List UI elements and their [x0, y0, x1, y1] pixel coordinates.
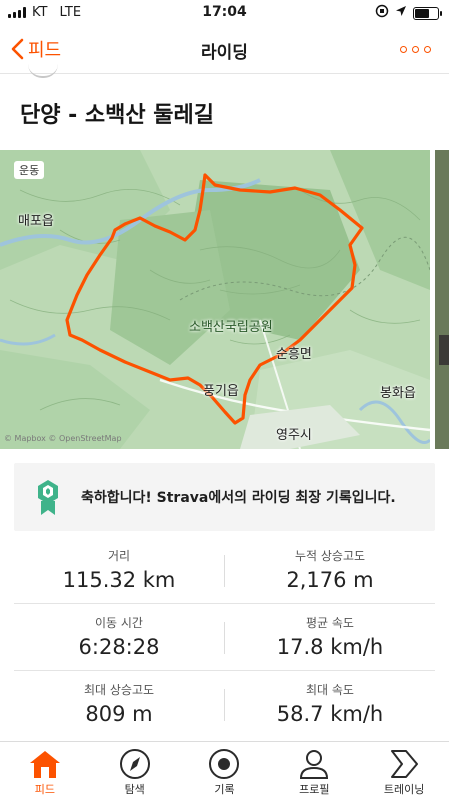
stat-label: 이동 시간: [95, 616, 143, 630]
stat-value: 809 m: [85, 702, 153, 726]
next-photo-peek[interactable]: [435, 150, 449, 449]
profile-icon: [269, 747, 359, 781]
stat-value: 58.7 km/h: [276, 702, 384, 726]
tab-label: 피드: [34, 783, 56, 796]
stat-elevation-gain: 누적 상승고도 2,176 m: [225, 547, 435, 592]
stat-label: 거리: [107, 549, 131, 563]
medal-icon: [36, 479, 60, 521]
page-title: 라이딩: [201, 43, 248, 63]
map-graphic: [0, 150, 430, 449]
stats-row: 거리 115.32 km 누적 상승고도 2,176 m: [14, 537, 435, 604]
tab-label: 기록: [214, 783, 235, 796]
activity-title: 단양 - 소백산 둘레길: [20, 103, 215, 128]
stats-row: 이동 시간 6:28:28 평균 속도 17.8 km/h: [14, 604, 435, 671]
map-label-yeongju: 영주시: [276, 428, 312, 443]
tab-training[interactable]: 트레이닝: [359, 742, 449, 800]
status-bar: KT LTE 17:04: [0, 0, 449, 26]
map-label-sunheung: 순흥면: [276, 347, 312, 362]
stat-moving-time: 이동 시간 6:28:28: [14, 614, 224, 659]
tab-record[interactable]: 기록: [180, 742, 270, 800]
home-icon: [0, 747, 90, 781]
stat-avg-speed: 평균 속도 17.8 km/h: [225, 614, 435, 659]
stat-value: 6:28:28: [78, 635, 160, 659]
location-icon: [395, 5, 407, 21]
map-label-punggi: 풍기읍: [203, 384, 239, 399]
tab-explore[interactable]: 탐색: [90, 742, 180, 800]
rotation-lock-icon: [375, 4, 389, 22]
stat-label: 평균 속도: [306, 616, 354, 630]
tab-label: 프로필: [299, 783, 330, 796]
map-type-chip: 운동: [14, 161, 45, 179]
map-label-park: 소백산국립공원: [189, 320, 273, 335]
stats-grid: 거리 115.32 km 누적 상승고도 2,176 m 이동 시간 6:28:…: [14, 537, 435, 738]
map-label-maepo: 매포읍: [18, 214, 54, 229]
avatar: [28, 64, 58, 78]
stat-label: 최대 속도: [306, 683, 354, 697]
stat-value: 17.8 km/h: [276, 635, 384, 659]
achievement-message: 축하합니다! Strava에서의 라이딩 최장 기록입니다.: [81, 490, 396, 506]
stats-row: 최대 상승고도 809 m 최대 속도 58.7 km/h: [14, 671, 435, 738]
stat-distance: 거리 115.32 km: [14, 547, 224, 592]
stat-max-elevation: 최대 상승고도 809 m: [14, 681, 224, 726]
more-options-button[interactable]: [400, 46, 431, 53]
tab-feed[interactable]: 피드: [0, 742, 90, 800]
battery-icon: [413, 6, 442, 20]
stat-value: 115.32 km: [62, 568, 176, 592]
stat-max-speed: 최대 속도 58.7 km/h: [225, 681, 435, 726]
route-map[interactable]: [0, 150, 430, 449]
compass-icon: [90, 747, 180, 781]
training-icon: [359, 747, 449, 781]
stat-value: 2,176 m: [286, 568, 374, 592]
achievement-banner[interactable]: 축하합니다! Strava에서의 라이딩 최장 기록입니다.: [14, 463, 435, 531]
tab-bar: 피드 탐색 기록 프로필 트레이닝: [0, 741, 449, 800]
tab-label: 탐색: [124, 783, 145, 796]
map-label-bonghwa: 봉화읍: [380, 386, 416, 401]
record-icon: [180, 747, 270, 781]
stat-label: 최대 상승고도: [83, 683, 155, 697]
status-right: [375, 4, 442, 22]
tab-label: 트레이닝: [383, 783, 425, 796]
map-attribution: © Mapbox © OpenStreetMap: [4, 434, 122, 443]
stat-label: 누적 상승고도: [294, 549, 366, 563]
tab-profile[interactable]: 프로필: [269, 742, 359, 800]
navigation-bar: 피드 라이딩: [0, 28, 449, 74]
